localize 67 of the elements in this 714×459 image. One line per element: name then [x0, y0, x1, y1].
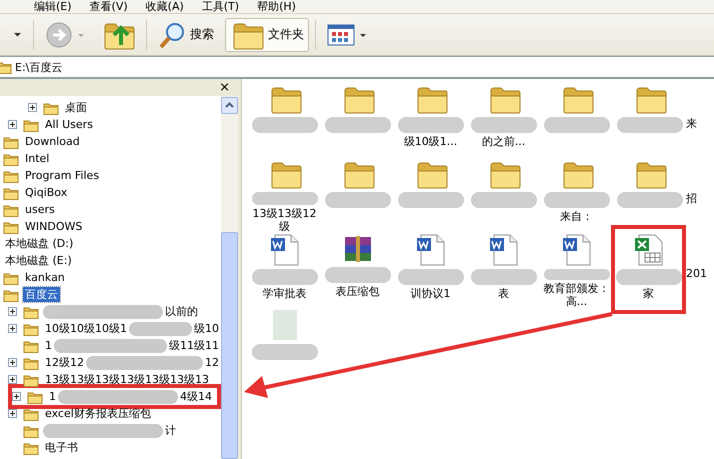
file-name: 训协议1: [410, 287, 450, 300]
search-button[interactable]: 搜索: [153, 18, 219, 52]
document-icon: [414, 233, 446, 267]
caret-icon: [13, 30, 22, 39]
tree-item[interactable]: 计: [163, 423, 178, 438]
tree-item[interactable]: QiqiBox: [23, 186, 70, 199]
file-name: 表压缩包: [336, 285, 380, 298]
file-name: 201: [686, 267, 707, 280]
expand-icon[interactable]: [8, 358, 17, 367]
tree-item[interactable]: Intel: [23, 152, 52, 165]
menu-item[interactable]: 编辑(E): [34, 0, 72, 13]
chevron-up-icon: [225, 102, 234, 109]
file-name: 学审批表: [262, 287, 306, 300]
scrollbar-thumb[interactable]: [221, 232, 238, 459]
tree-item[interactable]: excel财务报表压缩包: [43, 406, 153, 421]
tree-item[interactable]: 12: [203, 356, 221, 369]
tree-item[interactable]: 本地磁盘 (D:): [3, 236, 76, 251]
tree-item[interactable]: 10级10级10级1: [43, 321, 129, 336]
scroll-up-button[interactable]: [221, 97, 238, 114]
file-name: 家: [643, 287, 654, 300]
tree-item[interactable]: WINDOWS: [23, 220, 84, 233]
views-icon: [327, 22, 355, 46]
file-name: 的之前...: [482, 135, 526, 148]
document-icon: [560, 233, 592, 267]
tree-item[interactable]: 级11级11: [167, 338, 221, 353]
expand-icon[interactable]: [28, 103, 37, 112]
spreadsheet-icon: [632, 233, 664, 267]
address-field[interactable]: E:\百度云: [0, 59, 62, 75]
search-icon: [158, 20, 186, 48]
file-name: 级10级1...: [404, 135, 458, 148]
tree-item[interactable]: 12级12: [43, 355, 86, 370]
document-icon: [268, 233, 300, 267]
tree-item[interactable]: kankan: [23, 271, 67, 284]
folders-button[interactable]: 文件夹: [225, 18, 309, 52]
file-icon: [270, 308, 298, 342]
expand-icon[interactable]: [8, 324, 17, 333]
tree-item[interactable]: users: [23, 203, 57, 216]
expand-icon[interactable]: [8, 375, 17, 384]
tree-item[interactable]: 以前的: [163, 304, 200, 319]
expand-icon[interactable]: [8, 120, 17, 129]
tree-item[interactable]: All Users: [43, 118, 95, 131]
file-name: 教育部颁发：高...: [542, 282, 610, 308]
tree-item[interactable]: 13级13级13级13级13级13级13: [43, 372, 211, 387]
menu-item[interactable]: 查看(V): [90, 0, 128, 13]
tree-item[interactable]: 百度云: [23, 287, 60, 302]
tree-item[interactable]: 桌面: [63, 100, 89, 115]
tree-item[interactable]: 本地磁盘 (E:): [3, 253, 74, 268]
file-name: 表: [498, 287, 509, 300]
tree-item[interactable]: 4级14: [178, 389, 214, 404]
tree-item[interactable]: 1: [47, 390, 58, 403]
menu-item[interactable]: 帮助(H): [257, 0, 296, 13]
expand-icon[interactable]: [12, 392, 21, 401]
expand-icon[interactable]: [8, 307, 17, 316]
file-name: 招: [686, 192, 697, 205]
tree-item[interactable]: 级10: [192, 321, 221, 336]
tree-item[interactable]: 1: [43, 339, 54, 352]
file-name: 来: [686, 117, 697, 130]
tree-item[interactable]: Program Files: [23, 169, 102, 182]
file-name: 13级13级12 级: [252, 207, 318, 233]
document-icon: [488, 233, 520, 267]
menu-item[interactable]: 收藏(A): [146, 0, 184, 13]
expand-icon[interactable]: [8, 409, 17, 418]
tree-item[interactable]: Download: [23, 135, 82, 148]
tree-item[interactable]: 电子书: [43, 440, 80, 455]
close-button[interactable]: ×: [219, 80, 230, 95]
menu-item[interactable]: 工具(T): [202, 0, 240, 13]
file-name: 来自：: [560, 210, 593, 223]
